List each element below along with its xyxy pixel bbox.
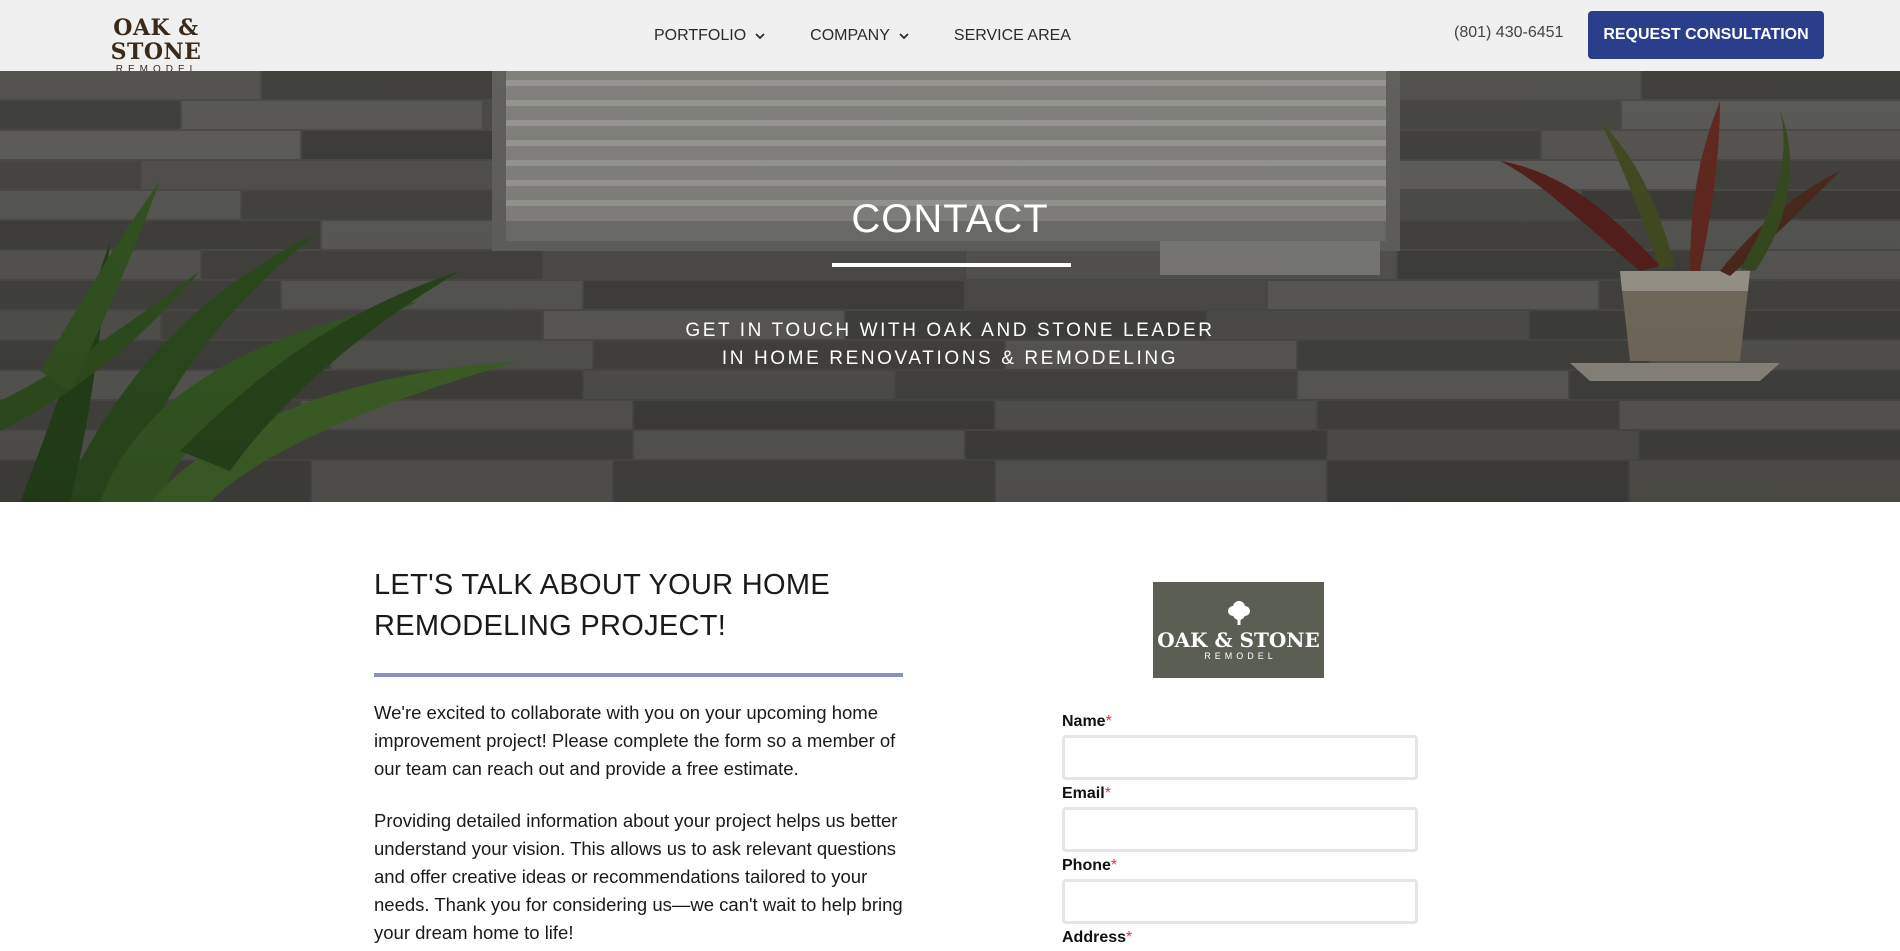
nav-service-area-label: SERVICE AREA [953, 26, 1071, 44]
phone-input[interactable] [1062, 879, 1418, 924]
main-nav: PORTFOLIO COMPANY SERVICE AREA [654, 0, 1115, 71]
chevron-down-icon [755, 32, 765, 39]
logo-wordmark: OAK & STONE [110, 15, 202, 65]
nav-portfolio[interactable]: PORTFOLIO [654, 27, 766, 45]
nav-company-label: COMPANY [810, 26, 890, 44]
required-marker: * [1105, 713, 1112, 730]
address-field: Address* [1062, 929, 1418, 947]
hero-background-image [0, 71, 1900, 502]
intro-heading: LET'S TALK ABOUT YOUR HOME REMODELING PR… [374, 565, 904, 647]
hero-subtitle: GET IN TOUCH WITH OAK AND STONE LEADER I… [0, 317, 1900, 373]
form-logo-tagline: REMODEL [1204, 650, 1277, 661]
hero-subtitle-line1: GET IN TOUCH WITH OAK AND STONE LEADER [685, 320, 1215, 341]
tree-icon [1227, 600, 1250, 625]
email-input[interactable] [1062, 807, 1418, 852]
nav-service-area[interactable]: SERVICE AREA [954, 27, 1071, 45]
name-input[interactable] [1062, 735, 1418, 780]
intro-divider [374, 673, 903, 677]
request-consultation-button[interactable]: REQUEST CONSULTATION [1588, 11, 1824, 59]
intro-heading-line2: REMODELING PROJECT! [374, 610, 727, 642]
site-header: OAK & STONE REMODEL PORTFOLIO COMPANY SE… [0, 0, 1900, 75]
required-marker: * [1110, 857, 1118, 874]
phone-label: Phone* [1062, 857, 1118, 874]
hero-subtitle-line2: IN HOME RENOVATIONS & REMODELING [721, 348, 1179, 369]
hero-title-underline [832, 263, 1071, 267]
hero-banner: CONTACT GET IN TOUCH WITH OAK AND STONE … [0, 71, 1900, 502]
phone-field: Phone* [1062, 857, 1418, 924]
nav-portfolio-label: PORTFOLIO [654, 26, 747, 44]
phone-link[interactable]: (801) 430-6451 [1454, 24, 1563, 42]
hero-title: CONTACT [851, 197, 1049, 241]
email-label: Email* [1062, 785, 1111, 802]
name-label: Name* [1062, 713, 1112, 730]
required-marker: * [1126, 929, 1133, 946]
intro-heading-line1: LET'S TALK ABOUT YOUR HOME [374, 569, 830, 601]
site-logo[interactable]: OAK & STONE REMODEL [76, 16, 236, 76]
required-marker: * [1104, 785, 1111, 802]
name-field: Name* [1062, 713, 1418, 780]
form-logo: OAK & STONE REMODEL [1153, 582, 1324, 678]
email-field: Email* [1062, 785, 1418, 852]
intro-paragraph-2: Providing detailed information about you… [374, 810, 903, 943]
address-label: Address* [1062, 929, 1133, 946]
chevron-down-icon [899, 32, 909, 39]
intro-paragraph-1: We're excited to collaborate with you on… [374, 702, 896, 779]
nav-company[interactable]: COMPANY [810, 27, 910, 45]
intro-section: LET'S TALK ABOUT YOUR HOME REMODELING PR… [374, 565, 904, 947]
form-logo-wordmark: OAK & STONE [1157, 627, 1320, 652]
